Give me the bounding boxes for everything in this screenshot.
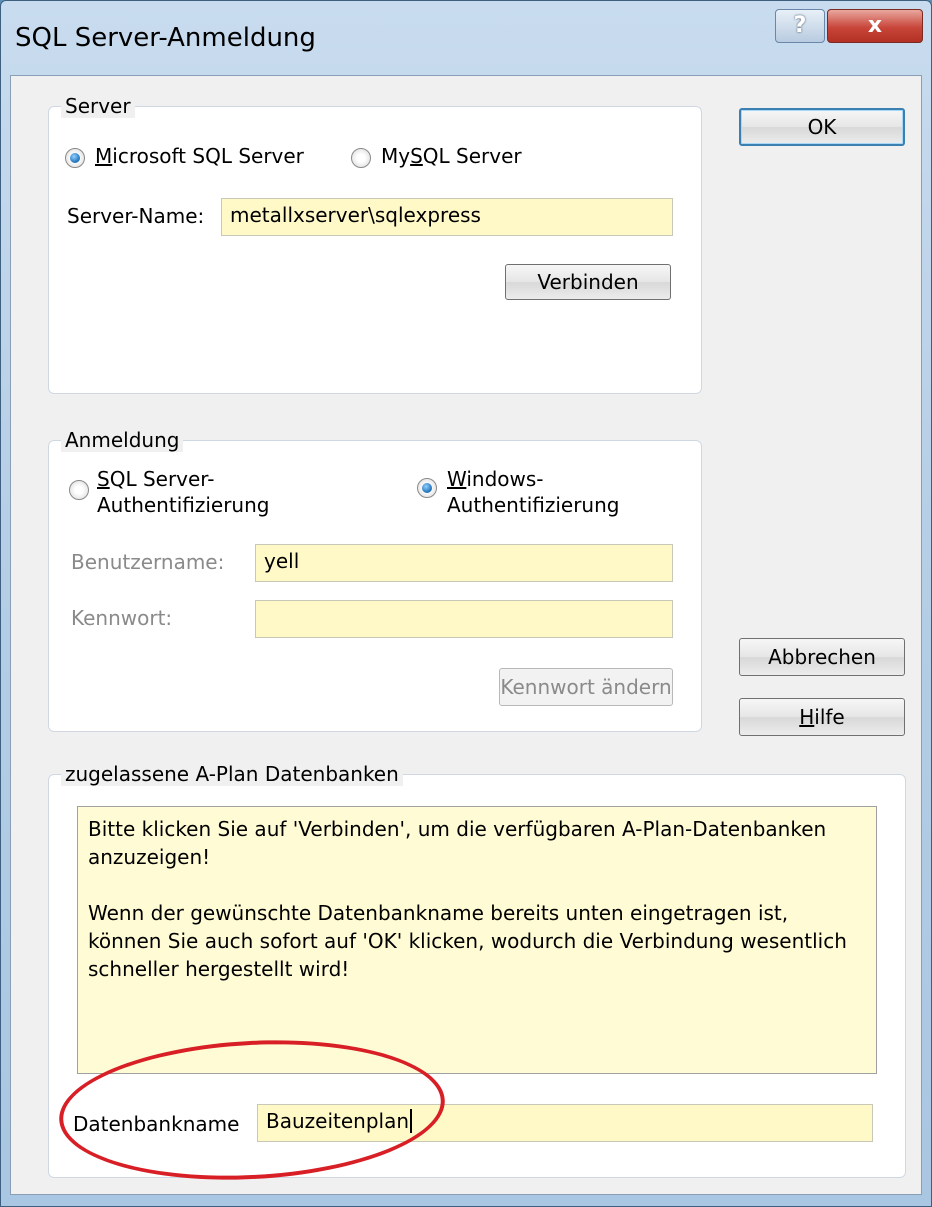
login-group-legend: Anmeldung [61,428,184,452]
radio-windows-auth-label[interactable]: Windows- Authentifizierung [447,466,619,518]
server-group-legend: Server [61,94,135,118]
dialog-window: SQL Server-Anmeldung ? x Server Microsof… [0,0,932,1207]
change-password-button[interactable]: Kennwort ändern [499,668,673,706]
radio-sql-auth-label[interactable]: SQL Server- Authentifizierung [97,466,269,518]
ok-button[interactable]: OK [739,108,905,146]
text-cursor [410,1109,413,1133]
radio-mssql[interactable] [65,148,85,168]
radio-mysql-label[interactable]: MySQL Server [381,144,522,168]
close-button[interactable]: x [827,9,923,43]
radio-windows-auth[interactable] [417,478,437,498]
password-input[interactable] [255,600,673,638]
server-group: Server [48,94,702,394]
connect-button[interactable]: Verbinden [505,264,671,300]
databases-group-legend: zugelassene A-Plan Datenbanken [61,762,403,786]
cancel-button[interactable]: Abbrechen [739,638,905,676]
dialog-client-area: Server Microsoft SQL Server MySQL Server… [10,75,922,1195]
info-paragraph-1: Bitte klicken Sie auf 'Verbinden', um di… [88,817,827,869]
db-name-label: Datenbankname [73,1112,240,1136]
info-paragraph-2: Wenn der gewünschte Datenbankname bereit… [88,901,847,981]
username-label: Benutzername: [71,550,225,574]
password-label: Kennwort: [71,606,173,630]
server-name-label: Server-Name: [67,204,205,228]
radio-mssql-label[interactable]: Microsoft SQL Server [95,144,304,168]
title-bar[interactable]: SQL Server-Anmeldung ? x [1,1,931,81]
window-title: SQL Server-Anmeldung [15,23,316,53]
username-input[interactable]: yell [255,544,673,582]
help-title-button[interactable]: ? [775,9,825,43]
db-name-input[interactable]: Bauzeitenplan [257,1104,873,1142]
radio-sql-auth[interactable] [69,480,89,500]
help-button[interactable]: Hilfe [739,698,905,736]
database-info-memo[interactable]: Bitte klicken Sie auf 'Verbinden', um di… [77,806,877,1074]
server-name-input[interactable]: metallxserver\sqlexpress [221,198,673,236]
radio-mysql[interactable] [351,148,371,168]
